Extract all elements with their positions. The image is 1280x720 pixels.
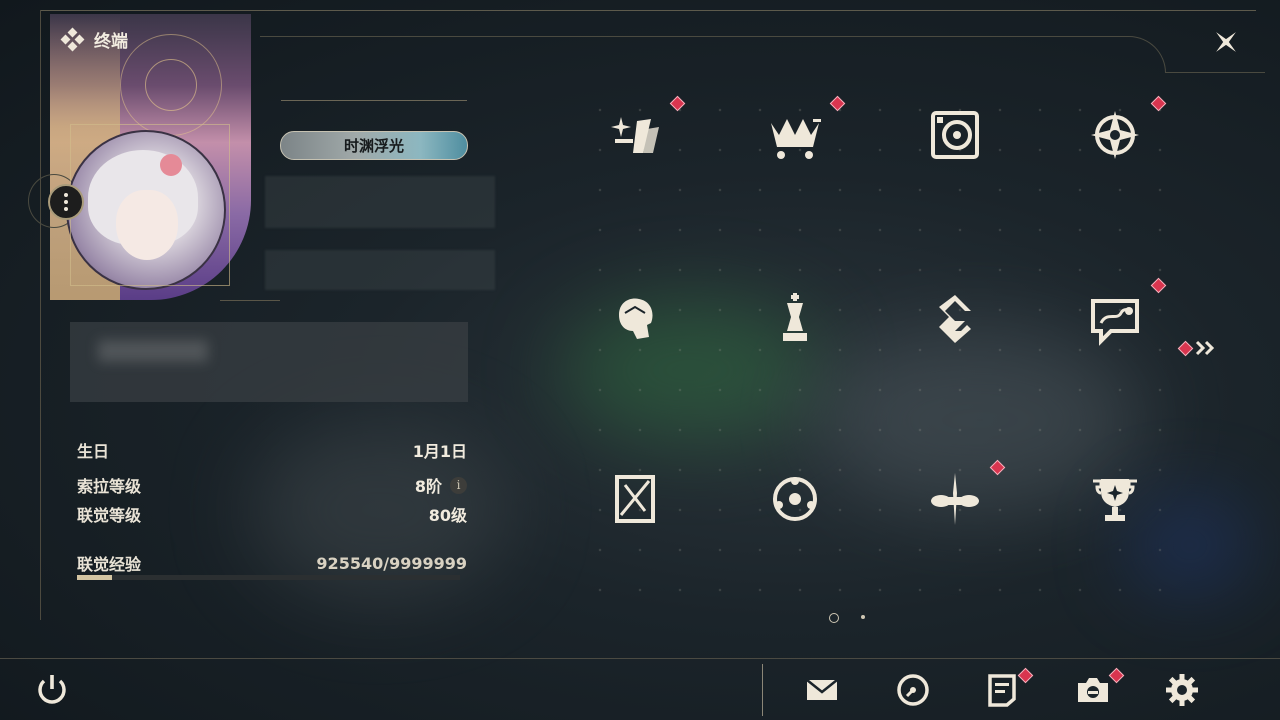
terminal-title: 终端 (94, 32, 128, 52)
settings-icon (1166, 674, 1198, 706)
power-button[interactable] (30, 668, 74, 712)
guild-emblem-icon (939, 295, 971, 343)
experience-bar-fill (77, 575, 113, 580)
next-page-button[interactable] (1177, 340, 1217, 356)
clock-icon (897, 674, 929, 706)
camera-icon (1078, 678, 1108, 702)
settings-button[interactable] (1160, 668, 1204, 712)
mail-button[interactable] (800, 668, 844, 712)
grid-character-button[interactable] (600, 284, 670, 354)
experience-bar (77, 575, 460, 580)
bottom-divider (0, 658, 1280, 659)
sparkle-icon (611, 117, 659, 153)
grid-trophy-button[interactable] (1080, 464, 1150, 534)
avatar[interactable] (66, 130, 226, 290)
frame-line (260, 36, 1166, 73)
stat-birthday: 生日 1月1日 (77, 442, 467, 461)
chess-icon (783, 293, 807, 341)
grid-mirror-button[interactable] (600, 464, 670, 534)
chat-map-icon (1091, 299, 1139, 346)
title-badge[interactable]: 时渊浮光 (280, 131, 468, 160)
stat-sola-level: 索拉等级 8阶 i (77, 473, 467, 497)
bottom-separator (762, 664, 763, 716)
page-indicator[interactable] (861, 615, 865, 619)
frame-line (1165, 72, 1265, 73)
mirror-icon (615, 475, 655, 523)
grid-chat-button[interactable] (1080, 284, 1150, 354)
notification-dot (1177, 340, 1194, 356)
history-button[interactable] (891, 668, 935, 712)
trophy-icon (1093, 479, 1137, 521)
vehicle-icon (931, 473, 979, 525)
close-button[interactable] (1208, 24, 1244, 60)
grid-shop-button[interactable] (760, 100, 830, 170)
grid-emblem-button[interactable] (920, 284, 990, 354)
close-icon (1216, 32, 1236, 52)
grid-chess-button[interactable] (760, 284, 830, 354)
grid-orbit-button[interactable] (760, 464, 830, 534)
shop-cart-icon (771, 119, 821, 159)
stat-experience: 联觉经验 925540/9999999 (77, 553, 467, 575)
signature-box[interactable] (70, 322, 468, 402)
mail-icon (806, 679, 838, 700)
blurred-id (265, 250, 495, 290)
compass-icon (1091, 111, 1139, 159)
grid-record-button[interactable] (920, 100, 990, 170)
double-chevron-right-icon (1195, 340, 1215, 356)
blurred-name (265, 176, 495, 228)
frame-line (40, 10, 41, 620)
grid-sparkle-button[interactable] (600, 100, 670, 170)
grid-compass-button[interactable] (1080, 100, 1150, 170)
terminal-header: 终端 (60, 27, 128, 52)
divider (281, 100, 467, 101)
grid-vehicle-button[interactable] (920, 464, 990, 534)
notes-icon (988, 674, 1016, 707)
terminal-logo-icon (60, 27, 85, 51)
page-indicator-active[interactable] (829, 613, 839, 623)
orbit-icon (773, 477, 817, 521)
frame-line (40, 10, 1256, 11)
power-icon (38, 675, 66, 704)
stat-synesthesia-level: 联觉等级 80级 (77, 506, 467, 525)
character-icon (619, 298, 653, 339)
info-icon[interactable]: i (450, 476, 467, 494)
more-options-button[interactable] (48, 184, 84, 220)
record-player-icon (931, 111, 979, 159)
